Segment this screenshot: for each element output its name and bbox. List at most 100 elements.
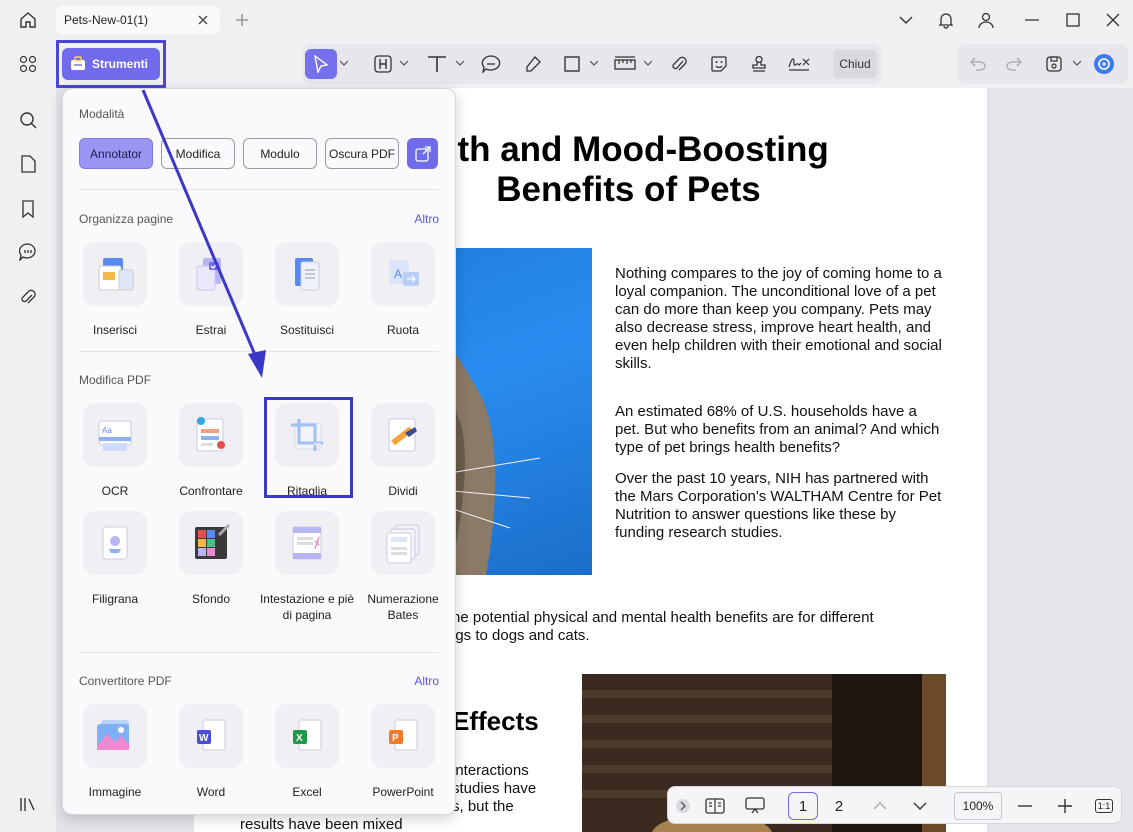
svg-text:W: W <box>199 733 209 744</box>
tile-confrontare[interactable]: Confrontare <box>163 403 259 499</box>
close-window-icon[interactable] <box>1101 8 1125 32</box>
tile-filigrana[interactable]: Filigrana <box>67 511 163 607</box>
close-tab-icon[interactable] <box>194 10 212 30</box>
paragraph-1: Nothing compares to the joy of coming ho… <box>615 265 942 372</box>
heading-options-arrow[interactable] <box>399 58 409 68</box>
expand-bar-icon[interactable] <box>674 792 692 820</box>
previous-page-icon[interactable] <box>868 792 892 820</box>
thumbnails-icon[interactable] <box>16 52 40 76</box>
select-tool-button[interactable] <box>305 49 337 79</box>
header-footer-icon <box>275 511 339 575</box>
tools-panel: Modalità Annotator Modifica Modulo Oscur… <box>62 88 456 815</box>
strumenti-button[interactable]: Strumenti <box>62 48 160 80</box>
tile-word[interactable]: W Word <box>163 704 259 800</box>
attachment-icon[interactable] <box>16 285 40 309</box>
new-tab-icon[interactable] <box>232 10 252 30</box>
text-tool-icon[interactable] <box>425 52 449 76</box>
signature-icon[interactable] <box>787 52 811 76</box>
bates-numbering-icon <box>371 511 435 575</box>
tile-label: Confrontare <box>179 484 243 498</box>
convert-title: Convertitore PDF <box>79 674 172 688</box>
excel-convert-icon: X <box>275 704 339 768</box>
comment-tool-icon[interactable] <box>479 52 503 76</box>
svg-text:X: X <box>296 733 303 744</box>
tile-immagine[interactable]: Immagine <box>67 704 163 800</box>
compare-icon <box>179 403 243 467</box>
tile-powerpoint[interactable]: P PowerPoint <box>355 704 451 800</box>
highlighter-icon[interactable] <box>521 52 545 76</box>
ai-assistant-icon[interactable] <box>1092 52 1116 76</box>
presentation-icon[interactable] <box>742 792 768 820</box>
save-icon[interactable] <box>1042 52 1066 76</box>
tile-label: Filigrana <box>91 592 139 606</box>
bookmark-icon[interactable] <box>16 197 40 221</box>
actual-size-label: 1:1 <box>1094 799 1114 813</box>
mode-oscura-button[interactable]: Oscura PDF <box>325 138 399 169</box>
tile-sostituisci[interactable]: Sostituisci <box>259 242 355 338</box>
annotation-tools: Chiud <box>303 44 881 84</box>
tile-intestazione[interactable]: Intestazione e piè di pagina <box>259 511 355 623</box>
comments-icon[interactable] <box>16 240 40 264</box>
zoom-level[interactable]: 100% <box>954 792 1002 820</box>
select-options-arrow[interactable] <box>339 58 349 68</box>
tile-estrai[interactable]: Estrai <box>163 242 259 338</box>
text-options-arrow[interactable] <box>455 58 465 68</box>
shape-options-arrow[interactable] <box>589 58 599 68</box>
user-icon[interactable] <box>974 8 998 32</box>
svg-text:P: P <box>392 733 399 744</box>
next-page-icon[interactable] <box>908 792 932 820</box>
effects-heading: Effects <box>452 706 539 736</box>
organize-more-link[interactable]: Altro <box>414 212 439 226</box>
convert-more-link[interactable]: Altro <box>414 674 439 688</box>
watermark-icon <box>83 511 147 575</box>
measure-tool-icon[interactable] <box>613 52 637 76</box>
tile-ocr[interactable]: Aa OCR <box>67 403 163 499</box>
document-tab[interactable]: Pets-New-01(1) <box>56 6 220 34</box>
divider <box>79 652 439 653</box>
divider <box>79 189 439 190</box>
left-sidebar <box>0 40 56 832</box>
tile-inserisci[interactable]: Inserisci <box>67 242 163 338</box>
tile-label: Intestazione e piè di pagina <box>259 592 355 622</box>
pages-icon[interactable] <box>16 152 40 176</box>
maximize-icon[interactable] <box>1061 8 1085 32</box>
external-link-icon <box>414 145 431 162</box>
tile-ruota[interactable]: A Ruota <box>355 242 451 338</box>
minimize-icon[interactable] <box>1020 8 1044 32</box>
open-external-button[interactable] <box>407 138 438 169</box>
zoom-in-icon[interactable] <box>1054 792 1076 820</box>
modes-title: Modalità <box>79 107 125 121</box>
word-convert-icon: W <box>179 704 243 768</box>
attach-file-icon[interactable] <box>667 52 691 76</box>
heading-tool-icon[interactable] <box>371 52 395 76</box>
page-2-button[interactable]: 2 <box>826 792 852 820</box>
undo-icon[interactable] <box>966 52 990 76</box>
tile-dividi[interactable]: Dividi <box>355 403 451 499</box>
mode-modulo-button[interactable]: Modulo <box>243 138 317 169</box>
home-icon[interactable] <box>14 9 42 31</box>
redo-icon[interactable] <box>1002 52 1026 76</box>
text-fragment-1: interactions <box>452 762 529 779</box>
stamp-icon[interactable] <box>747 52 771 76</box>
chevron-down-icon[interactable] <box>894 8 918 32</box>
zoom-out-icon[interactable] <box>1014 792 1036 820</box>
tile-excel[interactable]: X Excel <box>259 704 355 800</box>
library-icon[interactable] <box>16 792 40 816</box>
measure-options-arrow[interactable] <box>643 58 653 68</box>
close-button[interactable]: Chiud <box>833 50 877 78</box>
tile-sfondo[interactable]: Sfondo <box>163 511 259 607</box>
save-options-arrow[interactable] <box>1072 58 1082 68</box>
mode-annotator-button[interactable]: Annotator <box>79 138 153 169</box>
tile-label: Word <box>196 785 226 799</box>
reading-mode-icon[interactable] <box>702 792 728 820</box>
tile-bates[interactable]: Numerazione Bates <box>355 511 451 623</box>
sticker-icon[interactable] <box>707 52 731 76</box>
mode-modifica-button[interactable]: Modifica <box>161 138 235 169</box>
bell-icon[interactable] <box>934 8 958 32</box>
actual-size-button[interactable]: 1:1 <box>1092 792 1116 820</box>
tab-title: Pets-New-01(1) <box>64 13 149 27</box>
replace-pages-icon <box>275 242 339 306</box>
search-icon[interactable] <box>16 108 40 132</box>
page-1-button[interactable]: 1 <box>788 792 818 820</box>
shape-tool-icon[interactable] <box>560 52 584 76</box>
